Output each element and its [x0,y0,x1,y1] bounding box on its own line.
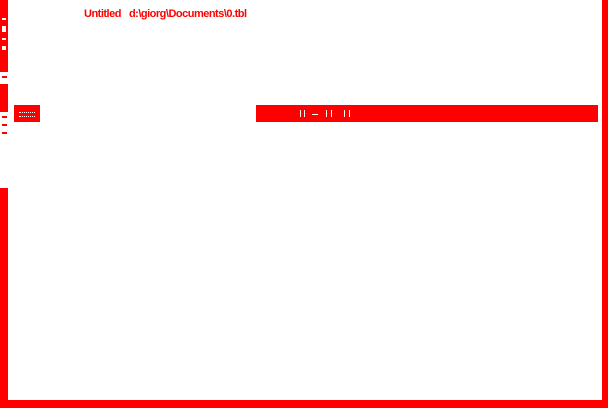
toolbar-mark [2,18,6,20]
left-toolbar-strip[interactable] [0,0,8,72]
left-panel-handle[interactable] [0,84,8,112]
toolbar-mark [2,26,6,32]
left-tick [2,76,7,78]
toolbar-mark [2,38,6,40]
file-path: d:\giorg\Documents\0.tbl [128,8,247,20]
window-frame [0,0,608,408]
window-title: Untitled d:\giorg\Documents\0.tbl [84,8,247,20]
column-header-bar[interactable] [256,105,598,122]
left-panel-scrollbar[interactable] [0,188,8,408]
header-glyph [344,110,350,117]
title-prefix: Untitled [84,8,121,20]
header-glyph [312,114,318,115]
header-glyph [326,110,332,117]
toolbar-mark [2,46,6,50]
grip-icon [19,112,35,117]
left-tick [2,116,7,118]
header-glyph [300,110,305,117]
left-tick [2,124,7,126]
left-tick [2,132,7,134]
row-header-tab[interactable] [14,105,40,122]
